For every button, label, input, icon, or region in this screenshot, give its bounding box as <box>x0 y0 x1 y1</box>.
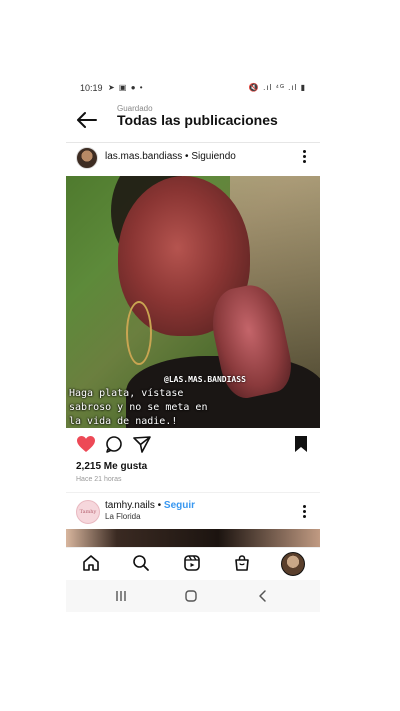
next-post-header: Tamhy Nails tamhy.nails • Seguir La Flor… <box>66 497 320 533</box>
status-time: 10:19 <box>80 83 103 93</box>
post-time: Hace 21 horas <box>76 476 122 483</box>
follow-button[interactable]: Seguir <box>164 500 195 511</box>
more-options-icon[interactable] <box>300 150 308 164</box>
profile-avatar[interactable] <box>281 552 305 576</box>
heart-icon[interactable] <box>76 435 96 453</box>
image-earring <box>126 301 152 365</box>
likes-count[interactable]: 2,215 Me gusta <box>76 461 147 472</box>
system-navigation-bar <box>66 580 320 612</box>
next-post-avatar[interactable]: Tamhy Nails <box>76 500 100 524</box>
bookmark-icon[interactable] <box>293 435 313 453</box>
following-status[interactable]: Siguiendo <box>191 151 235 162</box>
search-icon[interactable] <box>132 554 150 572</box>
header-divider <box>66 142 320 143</box>
home-button-icon[interactable] <box>183 589 199 603</box>
post-divider <box>66 492 320 493</box>
post-username[interactable]: las.mas.bandiass <box>105 151 182 162</box>
page-title: Todas las publicaciones <box>117 112 278 128</box>
phone-screen: 10:19 ➤ ▣ ● • 🔇 .ıl ⁴ᴳ .ıl ▮ Guardado To… <box>66 76 320 612</box>
status-bar: 10:19 ➤ ▣ ● • 🔇 .ıl ⁴ᴳ .ıl ▮ <box>66 76 320 100</box>
post-separator: • <box>182 151 192 162</box>
back-button-icon[interactable] <box>255 589 271 603</box>
system-status-icons: 🔇 .ıl ⁴ᴳ .ıl ▮ <box>248 83 306 92</box>
post-actions <box>66 430 320 458</box>
image-watermark-handle: @LAS.MAS.BANDIASS <box>164 375 246 384</box>
next-post-author[interactable]: tamhy.nails • Seguir <box>105 500 195 511</box>
reels-icon[interactable] <box>183 554 201 572</box>
shop-icon[interactable] <box>233 554 251 572</box>
post-image[interactable]: @LAS.MAS.BANDIASS Haga plata, vístase sa… <box>66 176 320 428</box>
bottom-navigation <box>66 547 320 578</box>
post-header: las.mas.bandiass • Siguiendo <box>66 144 320 174</box>
next-post-username[interactable]: tamhy.nails <box>105 500 155 511</box>
share-icon[interactable] <box>132 435 152 453</box>
back-arrow-icon[interactable] <box>76 110 98 130</box>
post-author[interactable]: las.mas.bandiass • Siguiendo <box>105 151 236 162</box>
next-post-more-icon[interactable] <box>300 505 308 519</box>
next-post-image[interactable] <box>66 529 320 547</box>
comment-icon[interactable] <box>104 435 124 453</box>
notification-icons: ➤ ▣ ● • <box>108 83 144 92</box>
image-quote-text: Haga plata, vístase sabroso y no se meta… <box>69 388 208 427</box>
post-author-avatar[interactable] <box>76 147 98 169</box>
next-post-location[interactable]: La Florida <box>105 512 141 521</box>
next-post-separator: • <box>154 500 164 511</box>
saved-header: Guardado Todas las publicaciones <box>66 100 320 140</box>
home-icon[interactable] <box>82 554 100 572</box>
recent-apps-icon[interactable] <box>113 589 129 603</box>
